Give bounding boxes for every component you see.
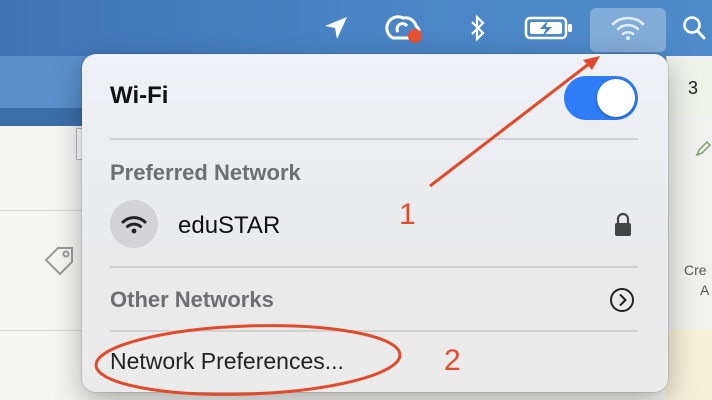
wifi-toggle[interactable] xyxy=(564,76,638,120)
background-tag-icon xyxy=(40,242,80,287)
menu-separator xyxy=(110,266,638,268)
lock-icon xyxy=(612,212,634,238)
background-right-text-1: Cre xyxy=(684,262,707,278)
menu-separator xyxy=(110,138,638,140)
chevron-right-icon[interactable] xyxy=(608,286,636,319)
network-name: eduSTAR xyxy=(178,212,281,239)
location-arrow-icon[interactable] xyxy=(320,8,352,48)
wifi-dropdown-menu: Wi-Fi Preferred Network eduSTAR Other Ne… xyxy=(82,54,668,392)
wifi-icon[interactable] xyxy=(610,8,646,48)
bluetooth-icon[interactable] xyxy=(466,8,490,48)
battery-charging-icon[interactable] xyxy=(524,8,576,48)
search-icon[interactable] xyxy=(680,8,708,48)
wifi-menu-title: Wi-Fi xyxy=(110,82,169,109)
annotation-label-2: 2 xyxy=(444,344,461,377)
background-right-footer xyxy=(666,330,712,400)
other-networks-heading: Other Networks xyxy=(110,287,274,312)
annotation-label-1: 1 xyxy=(399,198,416,231)
menu-separator xyxy=(110,330,638,332)
background-edit-icon xyxy=(694,140,712,163)
background-right-text-2: A xyxy=(700,282,710,298)
wifi-toggle-knob xyxy=(597,79,635,117)
network-wifi-icon xyxy=(110,200,158,248)
preferred-network-heading: Preferred Network xyxy=(110,160,301,185)
network-preferences-item[interactable]: Network Preferences... xyxy=(110,348,344,375)
background-right-header-text: 3 xyxy=(688,78,699,98)
creative-cloud-icon[interactable] xyxy=(384,8,426,48)
